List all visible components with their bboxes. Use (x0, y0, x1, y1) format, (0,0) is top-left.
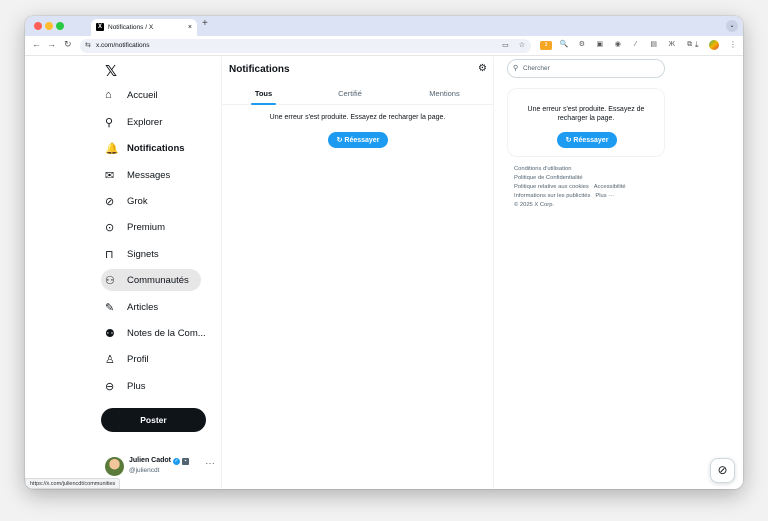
envelope-icon: ✉ (105, 169, 115, 182)
image-extension-icon[interactable]: ▣ (594, 40, 606, 48)
affiliate-badge-icon: ▪ (182, 458, 190, 465)
sidebar-item-notifications[interactable]: 🔔 Notifications (101, 137, 197, 159)
footer-cookies-link[interactable]: Politique relative aux cookies (514, 184, 589, 190)
address-bar[interactable]: ⇆ x.com/notifications ▭ ☆ (80, 39, 531, 53)
footer-more-link[interactable]: Plus ··· (595, 193, 614, 199)
close-window-button[interactable] (34, 22, 42, 30)
translate-extension-icon[interactable]: Ж (666, 41, 678, 48)
notification-tabs: Tous Certifié Mentions (222, 83, 493, 105)
grok-icon: ⊘ (717, 463, 728, 477)
tab-title: Notifications / X (108, 24, 154, 31)
tab-tous[interactable]: Tous (222, 83, 305, 105)
tab-search-chevron-icon[interactable]: ⌄ (726, 20, 738, 32)
page-title: Notifications (229, 64, 290, 75)
avatar (105, 457, 124, 476)
zoom-extension-icon[interactable]: 🔍 (558, 40, 570, 48)
more-dots-icon[interactable]: ··· (206, 459, 216, 468)
back-arrow-icon[interactable]: ← (32, 39, 41, 49)
community-notes-icon: ⚉ (105, 327, 115, 340)
sidebar-item-premium[interactable]: ⊙ Premium (101, 216, 177, 238)
retry-button[interactable]: ↻ Réessayer (328, 132, 388, 148)
cast-icon[interactable]: ▭ (502, 42, 509, 49)
footer-privacy-link[interactable]: Politique de Confidentialité (514, 175, 583, 181)
profile-handle: @juliencdt (129, 467, 160, 474)
home-icon: ⌂ (105, 89, 112, 101)
sidebar-item-signets[interactable]: ⊓ Signets (101, 243, 171, 265)
browser-tab[interactable]: X Notifications / X × (91, 19, 197, 36)
grok-icon: ⊘ (105, 195, 115, 208)
search-icon: ⚲ (105, 116, 114, 129)
settings-extension-icon[interactable]: ⚙ (576, 40, 588, 48)
articles-icon: ✎ (105, 301, 115, 314)
footer-ads-link[interactable]: Informations sur les publicités (514, 193, 590, 199)
extension-icons: 3 🔍 ⚙ ▣ ◉ ⁄ ▤ Ж ⧉ (540, 40, 700, 50)
tool-extension-icon[interactable]: ⁄ (630, 41, 642, 48)
close-tab-icon[interactable]: × (188, 19, 192, 36)
browser-menu-icon[interactable]: ⋮ (729, 40, 737, 49)
search-icon: ⚲ (513, 65, 519, 72)
bookmark-star-icon[interactable]: ☆ (519, 42, 525, 49)
browser-window: X Notifications / X × + ⌄ ← → ↻ ⇆ x.com/… (25, 16, 743, 489)
profile-icon: ♙ (105, 353, 115, 366)
sidebar-item-plus[interactable]: ⊖ Plus (101, 375, 157, 397)
reload-icon[interactable]: ↻ (64, 39, 72, 50)
sidebar-item-articles[interactable]: ✎ Articles (101, 296, 170, 318)
status-bar-url: https://x.com/juliencdt/communities (25, 478, 121, 489)
footer-copyright: © 2025 X Corp. (514, 202, 555, 208)
sidebar-item-community-notes[interactable]: ⚉ Notes de la Com... (101, 322, 218, 344)
x-logo-icon: X (96, 23, 104, 31)
sidebar-item-grok[interactable]: ⊘ Grok (101, 190, 160, 212)
retry-button[interactable]: ↻ Réessayer (557, 132, 617, 148)
download-icon[interactable]: ⤓ (695, 40, 699, 49)
extension-badge-icon[interactable]: 3 (540, 41, 552, 50)
sidebar: 𝕏 ⌂ Accueil ⚲ Explorer 🔔 Notifications ✉… (25, 57, 222, 489)
url-text: x.com/notifications (96, 42, 150, 49)
sidebar-item-explorer[interactable]: ⚲ Explorer (101, 111, 174, 133)
reader-extension-icon[interactable]: ▤ (648, 40, 660, 48)
sidebar-item-communautes[interactable]: ⚇ Communautés (101, 269, 201, 291)
tab-certifie[interactable]: Certifié (305, 83, 395, 105)
trends-error-card: Une erreur s'est produite. Essayez de re… (507, 88, 665, 157)
account-switcher[interactable]: Julien Cadot ✓ ▪ @juliencdt ··· (105, 456, 215, 478)
gear-icon[interactable]: ⚙ (478, 63, 487, 74)
page: 𝕏 ⌂ Accueil ⚲ Explorer 🔔 Notifications ✉… (25, 57, 743, 489)
forward-arrow-icon[interactable]: → (47, 39, 56, 49)
new-tab-button[interactable]: + (202, 18, 208, 29)
footer-accessibility-link[interactable]: Accessibilité (594, 184, 626, 190)
error-message: Une erreur s'est produite. Essayez de re… (269, 114, 446, 121)
minimize-window-button[interactable] (45, 22, 53, 30)
sidebar-item-accueil[interactable]: ⌂ Accueil (101, 84, 170, 106)
tab-strip: X Notifications / X × + ⌄ (25, 16, 743, 36)
post-button[interactable]: Poster (101, 408, 206, 432)
tab-mentions[interactable]: Mentions (395, 83, 494, 105)
x-logo-icon[interactable]: 𝕏 (105, 62, 117, 80)
profile-name: Julien Cadot (129, 457, 172, 464)
toolbar-right: ⤓ ⋮ (687, 40, 737, 50)
notifications-column: Notifications ⚙ Tous Certifié Mentions U… (222, 57, 494, 489)
footer-links: Conditions d'utilisation Politique de Co… (514, 165, 664, 210)
verified-badge-icon: ✓ (173, 458, 181, 465)
maximize-window-button[interactable] (56, 22, 64, 30)
communities-icon: ⚇ (105, 274, 115, 287)
active-tab-indicator (251, 103, 276, 105)
browser-toolbar: ← → ↻ ⇆ x.com/notifications ▭ ☆ 3 🔍 ⚙ ▣ … (25, 36, 743, 56)
sidebar-item-profil[interactable]: ♙ Profil (101, 348, 161, 370)
profile-avatar-icon[interactable] (708, 40, 719, 50)
grok-floating-button[interactable]: ⊘ (710, 458, 735, 483)
sidebar-item-messages[interactable]: ✉ Messages (101, 164, 182, 186)
search-placeholder: Chercher (523, 65, 550, 72)
footer-terms-link[interactable]: Conditions d'utilisation (514, 166, 572, 172)
bell-icon: 🔔 (105, 142, 119, 155)
error-message: Une erreur s'est produite. Essayez de re… (527, 106, 645, 122)
more-circle-icon: ⊖ (105, 380, 115, 393)
site-settings-icon[interactable]: ⇆ (85, 39, 91, 53)
right-column: ⚲ Chercher Une erreur s'est produite. Es… (495, 57, 743, 489)
premium-icon: ⊙ (105, 221, 115, 234)
bookmark-icon: ⊓ (105, 248, 114, 261)
password-extension-icon[interactable]: ◉ (612, 40, 624, 48)
search-input[interactable]: ⚲ Chercher (507, 59, 665, 78)
